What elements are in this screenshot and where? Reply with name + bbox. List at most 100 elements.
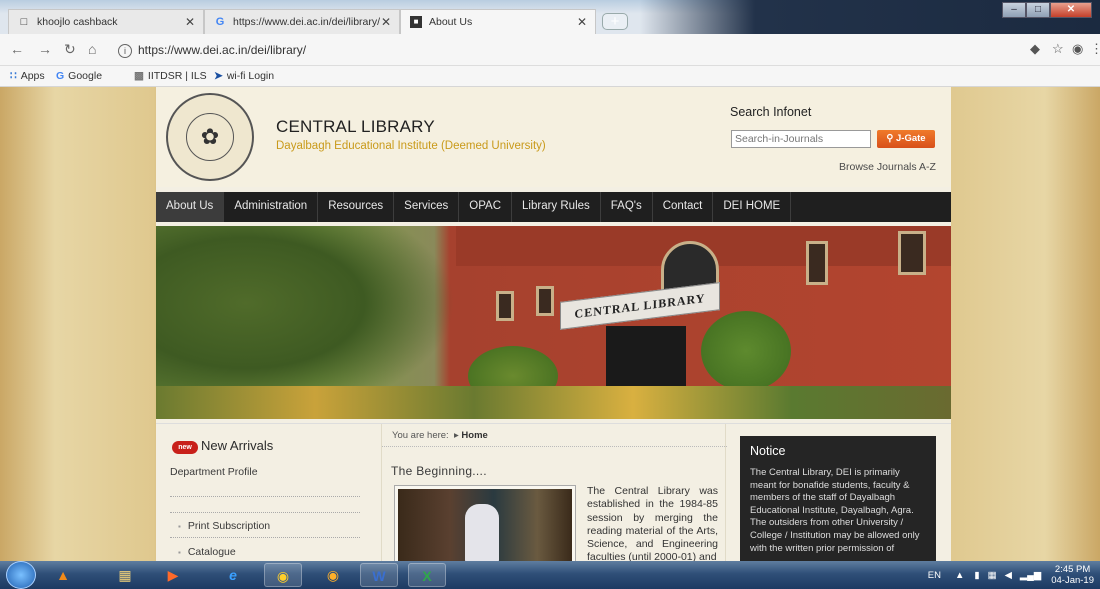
menu-resources[interactable]: Resources [318,192,395,222]
internet-explorer-icon[interactable]: e [214,563,252,587]
divider [170,512,360,513]
new-arrivals-label: New Arrivals [201,438,274,453]
tab-khoojlo[interactable]: □ khoojlo cashback ✕ [8,9,204,34]
media-player-icon[interactable]: ▶ [154,563,192,587]
menu-services[interactable]: Services [394,192,460,222]
url-text: https://www.dei.ac.in/dei/library/ [138,43,307,57]
start-button[interactable] [6,561,36,589]
site-subtitle: Dayalbagh Educational Institute (Deemed … [276,140,546,152]
catalogue-link[interactable]: Catalogue [178,546,236,558]
bookmark-label: Apps [20,70,45,82]
vlc-icon[interactable]: ▲ [44,563,82,587]
notice-title: Notice [750,444,786,458]
apps-grid-icon: ∷ [10,70,17,82]
image-icon: ▩ [134,70,144,82]
menu-administration[interactable]: Administration [224,192,319,222]
menu-about-us[interactable]: About Us [156,192,225,222]
chrome-icon[interactable]: ◉ [264,563,302,587]
forward-icon[interactable]: → [38,41,52,57]
search-icon: ⚲ [886,133,897,144]
window-controls: – □ ✕ [1002,2,1092,18]
language-indicator[interactable]: EN [928,570,941,581]
google-icon: G [56,70,65,82]
profile-icon[interactable]: ◉ [1072,41,1083,57]
signal-icon[interactable]: ▂▄▆ [1020,570,1041,581]
close-tab-icon[interactable]: ✕ [185,10,195,34]
bookmark-wifi[interactable]: ➤ wi-fi Login [214,70,274,82]
menu-dei-home[interactable]: DEI HOME [713,192,792,222]
close-tab-icon[interactable]: ✕ [577,10,587,34]
site-title: CENTRAL LIBRARY [276,117,435,136]
new-arrivals-link[interactable]: new New Arrivals [172,438,273,454]
article-paragraph: The Central Library was established in t… [587,485,718,564]
bookmark-iitdsr[interactable]: ▩ IITDSR | ILS [134,70,207,82]
search-label: Search Infonet [730,105,812,119]
home-icon[interactable]: ⌂ [88,41,96,57]
browser-tab-bar: □ khoojlo cashback ✕ G https://www.dei.a… [0,0,1100,34]
network-icon[interactable]: ▦ [988,570,997,581]
library-building-banner: CENTRAL LIBRARY [156,226,951,419]
url-field[interactable]: i https://www.dei.ac.in/dei/library/ [118,39,1018,61]
breadcrumb-prefix: You are here: [392,430,449,441]
menu-library-rules[interactable]: Library Rules [512,192,601,222]
notice-box: Notice The Central Library, DEI is prima… [740,436,936,562]
content-area: newNew Arrivals Department Profile Print… [156,423,951,565]
battery-icon[interactable]: ▮ [974,570,979,581]
uc-browser-icon[interactable]: ◉ [314,563,352,587]
maximize-button[interactable]: □ [1026,2,1050,18]
menu-opac[interactable]: OPAC [459,192,513,222]
extension-icon[interactable]: ◆ [1030,41,1040,57]
tab-title: khoojlo cashback [37,16,118,28]
excel-icon[interactable]: X [408,563,446,587]
site-favicon-icon: ■ [410,16,422,28]
close-window-button[interactable]: ✕ [1050,2,1092,18]
site-container: ✿ CENTRAL LIBRARY Dayalbagh Educational … [156,87,951,565]
journal-search-input[interactable] [731,130,871,148]
clock[interactable]: 2:45 PM 04-Jan-19 [1051,564,1094,586]
bookmark-star-icon[interactable]: ☆ [1052,41,1064,57]
lotus-icon: ✿ [186,113,234,161]
tab-title: https://www.dei.ac.in/dei/library/ [233,16,381,28]
search-infonet: Search Infonet ⚲ J-Gate [730,105,935,148]
volume-icon[interactable]: ◀ [1005,570,1012,581]
jgate-search-button[interactable]: ⚲ J-Gate [877,130,935,148]
menu-faqs[interactable]: FAQ's [601,192,653,222]
divider [382,446,727,447]
banner-flowerbed [156,386,951,419]
wifi-icon: ➤ [214,70,223,82]
breadcrumb-home[interactable]: Home [461,430,487,441]
tab-about-us[interactable]: ■ About Us ✕ [400,9,596,34]
bookmark-apps[interactable]: ∷ Apps [10,70,45,82]
reload-icon[interactable]: ↻ [64,41,76,58]
back-icon[interactable]: ← [10,41,24,57]
close-tab-icon[interactable]: ✕ [381,10,391,34]
bookmark-label: wi-fi Login [226,70,275,82]
page-background: ✿ CENTRAL LIBRARY Dayalbagh Educational … [0,87,1100,565]
file-explorer-icon[interactable]: ▦ [106,563,144,587]
photo-person [465,504,499,564]
site-branding: CENTRAL LIBRARY Dayalbagh Educational In… [276,117,546,152]
tab-dei-library[interactable]: G https://www.dei.ac.in/dei/library/ ✕ [204,9,400,34]
building-window [496,291,514,321]
chevron-right-icon: ▸ [453,430,459,441]
page-icon: □ [20,16,28,28]
browse-journals-link[interactable]: Browse Journals A-Z [839,161,939,174]
main-menu: About Us Administration Resources Servic… [156,192,951,222]
department-profile-link[interactable]: Department Profile [170,466,258,478]
library-reading-photo [394,485,576,565]
dei-seal-logo: ✿ [166,93,254,181]
menu-kebab-icon[interactable]: ⋮ [1090,41,1100,57]
clock-date: 04-Jan-19 [1051,575,1094,586]
chevron-up-icon[interactable]: ▲ [955,570,964,581]
menu-contact[interactable]: Contact [653,192,714,222]
bookmark-google[interactable]: G Google [56,70,102,82]
divider [170,537,360,538]
main-column: You are here: ▸ Home The Beginning.... T… [381,424,727,565]
system-tray: EN ▲ ▮ ▦ ◀ ▂▄▆ 2:45 PM 04-Jan-19 [928,564,1094,586]
clock-time: 2:45 PM [1054,564,1091,575]
minimize-button[interactable]: – [1002,2,1026,18]
print-subscription-link[interactable]: Print Subscription [178,520,270,532]
new-tab-button[interactable]: + [602,13,628,30]
word-icon[interactable]: W [360,563,398,587]
info-icon[interactable]: i [118,44,132,58]
